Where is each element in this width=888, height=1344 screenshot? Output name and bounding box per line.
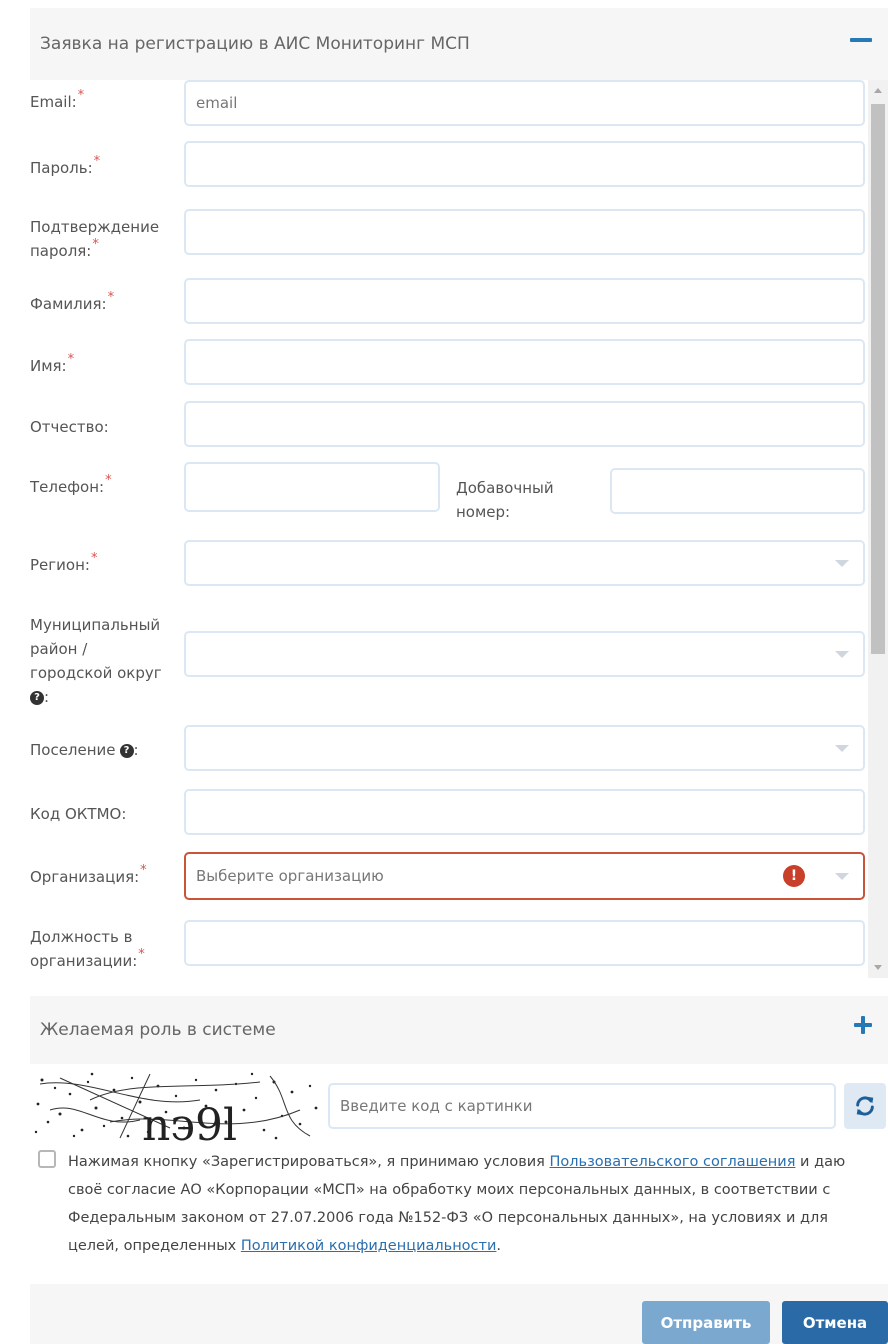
municipal-label: Муниципальный район / городской округ ?:: [30, 616, 162, 706]
position-label: Должность в организации:*: [30, 928, 145, 970]
firstname-label: Имя:*: [30, 352, 75, 375]
settlement-select[interactable]: [184, 725, 865, 771]
scroll-thumb[interactable]: [871, 104, 885, 654]
panel-title: Заявка на регистрацию в АИС Мониторинг М…: [40, 34, 470, 54]
email-input[interactable]: email: [184, 80, 865, 126]
organization-select[interactable]: Выберите организацию !: [184, 852, 865, 900]
refresh-icon: [856, 1096, 874, 1116]
captcha-placeholder: Введите код с картинки: [340, 1097, 533, 1115]
lastname-input[interactable]: [184, 278, 865, 324]
region-label: Регион:*: [30, 551, 98, 574]
form-scrollbar[interactable]: [868, 80, 888, 978]
patronymic-input[interactable]: [184, 401, 865, 447]
password-input[interactable]: [184, 141, 865, 187]
role-panel-header[interactable]: Желаемая роль в системе: [30, 996, 888, 1064]
captcha-input[interactable]: Введите код с картинки: [328, 1083, 836, 1129]
phone-label: Телефон:*: [30, 473, 112, 496]
confirm-password-input[interactable]: [184, 209, 865, 255]
extension-input[interactable]: [610, 468, 865, 514]
chevron-down-icon: [835, 873, 849, 880]
consent-text: Нажимая кнопку «Зарегистрироваться», я п…: [68, 1154, 846, 1254]
role-panel-title: Желаемая роль в системе: [40, 1020, 276, 1040]
email-label: Email:*: [30, 88, 85, 111]
firstname-input[interactable]: [184, 339, 865, 385]
submit-button[interactable]: Отправить: [642, 1301, 770, 1344]
exclamation-icon: !: [783, 865, 805, 887]
patronymic-label: Отчество:: [30, 418, 109, 436]
plus-icon[interactable]: [852, 1014, 874, 1036]
captcha-glyphs: nэ9l: [142, 1100, 237, 1142]
chevron-down-icon: [835, 560, 849, 567]
consent-checkbox[interactable]: [38, 1150, 56, 1168]
email-placeholder: email: [196, 94, 238, 112]
question-icon[interactable]: ?: [119, 743, 134, 758]
organization-placeholder: Выберите организацию: [196, 867, 384, 885]
minus-icon[interactable]: [850, 38, 872, 42]
oktmo-input[interactable]: [184, 789, 865, 835]
registration-panel-header: Заявка на регистрацию в АИС Мониторинг М…: [30, 8, 888, 80]
scroll-up-arrow-icon[interactable]: [874, 88, 882, 93]
scroll-down-arrow-icon[interactable]: [874, 965, 882, 970]
chevron-down-icon: [835, 745, 849, 752]
settlement-label: Поселение?:: [30, 741, 139, 759]
refresh-captcha-button[interactable]: [844, 1083, 886, 1129]
oktmo-label: Код ОКТМО:: [30, 805, 127, 823]
question-icon[interactable]: ?: [30, 690, 44, 705]
privacy-policy-link[interactable]: Политикой конфиденциальности: [241, 1238, 497, 1254]
user-agreement-link[interactable]: Пользовательского соглашения: [550, 1154, 796, 1170]
captcha-image: nэ9l: [30, 1070, 322, 1142]
extension-label: Добавочный номер:: [456, 479, 554, 521]
position-input[interactable]: [184, 920, 865, 966]
organization-label: Организация:*: [30, 863, 147, 886]
region-select[interactable]: [184, 540, 865, 586]
municipal-select[interactable]: [184, 631, 865, 677]
phone-input[interactable]: [184, 462, 440, 512]
cancel-button[interactable]: Отмена: [782, 1301, 888, 1344]
chevron-down-icon: [835, 651, 849, 658]
lastname-label: Фамилия:*: [30, 290, 115, 313]
password-label: Пароль:*: [30, 154, 101, 177]
confirm-password-label: Подтверждение пароля:*: [30, 218, 160, 260]
